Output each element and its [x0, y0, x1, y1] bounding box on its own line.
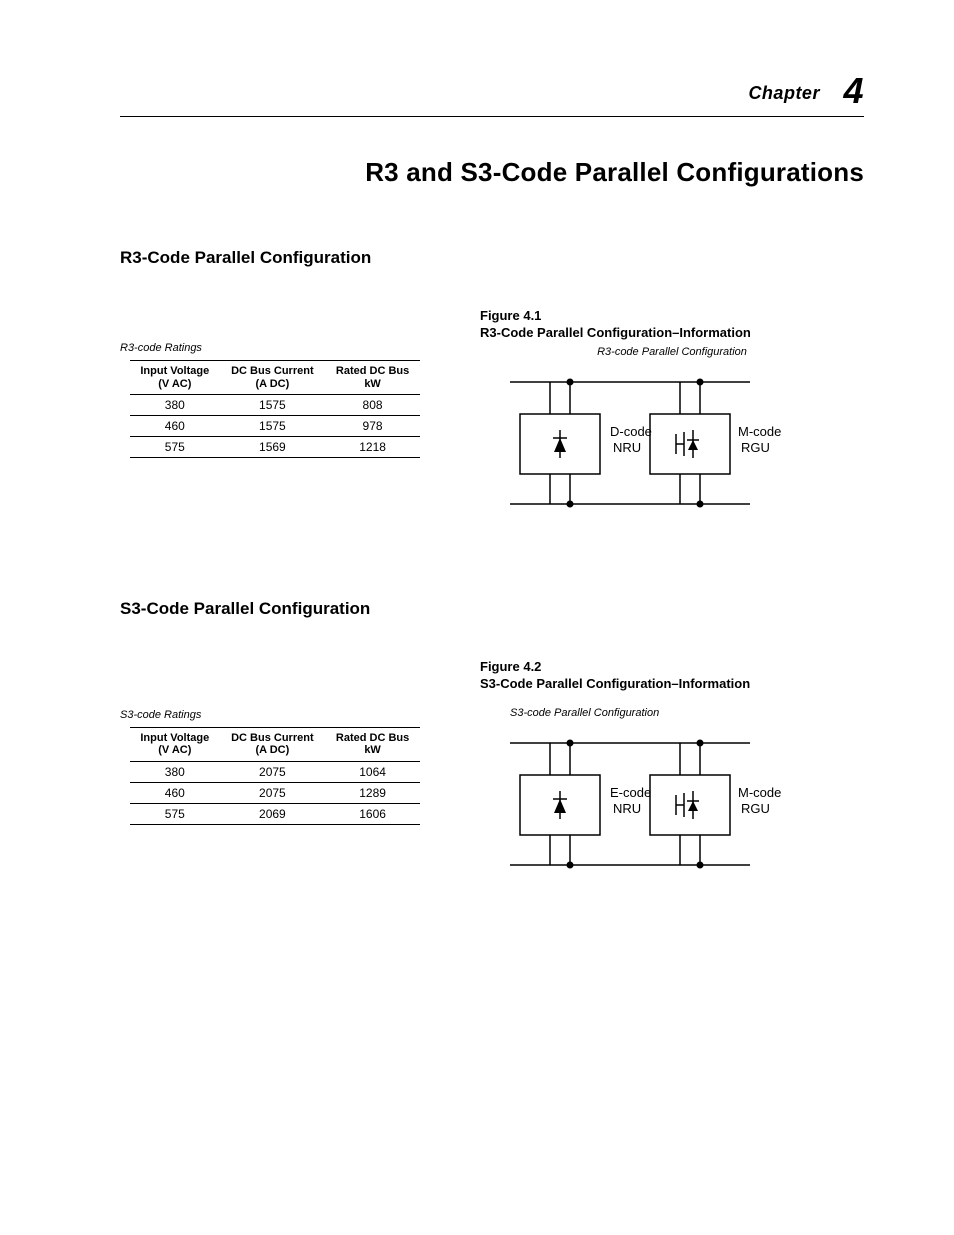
figure-number: Figure 4.1: [480, 308, 864, 325]
svg-text:D-code: D-code: [610, 424, 652, 439]
table-row: 57520691606: [130, 804, 420, 825]
chapter-header: Chapter 4: [120, 70, 864, 117]
col-header: Rated DC BuskW: [325, 727, 420, 761]
svg-text:E-code: E-code: [610, 785, 651, 800]
svg-text:M-code: M-code: [738, 424, 781, 439]
page-title: R3 and S3-Code Parallel Configurations: [120, 157, 864, 188]
figure-title: S3-Code Parallel Configuration–Informati…: [480, 676, 864, 693]
col-header: DC Bus Current(A DC): [220, 361, 326, 395]
figure-subtitle: S3-code Parallel Configuration: [510, 707, 864, 719]
svg-text:M-code: M-code: [738, 785, 781, 800]
table-row: 57515691218: [130, 437, 420, 458]
svg-text:NRU: NRU: [613, 801, 641, 816]
col-header: Rated DC BuskW: [325, 361, 420, 395]
figure-number: Figure 4.2: [480, 659, 864, 676]
chapter-number: 4: [825, 70, 864, 111]
svg-text:NRU: NRU: [613, 440, 641, 455]
section-heading: S3-Code Parallel Configuration: [120, 599, 864, 619]
figure-subtitle: R3-code Parallel Configuration: [480, 346, 864, 358]
chapter-label: Chapter: [748, 83, 820, 103]
table-row: 46020751289: [130, 783, 420, 804]
svg-text:RGU: RGU: [741, 440, 770, 455]
figure-title: R3-Code Parallel Configuration–Informati…: [480, 325, 864, 342]
table-row: 38020751064: [130, 762, 420, 783]
section-heading: R3-Code Parallel Configuration: [120, 248, 864, 268]
svg-text:RGU: RGU: [741, 801, 770, 816]
table-caption: S3-code Ratings: [120, 709, 420, 721]
configuration-diagram-icon: E-code NRU M-code RGU: [480, 725, 864, 890]
table-row: 3801575808: [130, 395, 420, 416]
col-header: Input Voltage(V AC): [130, 361, 220, 395]
col-header: Input Voltage(V AC): [130, 727, 220, 761]
table-caption: R3-code Ratings: [120, 342, 420, 354]
col-header: DC Bus Current(A DC): [220, 727, 326, 761]
configuration-diagram-icon: D-code NRU M-code RGU: [480, 364, 864, 529]
ratings-table: Input Voltage(V AC) DC Bus Current(A DC)…: [130, 727, 420, 825]
ratings-table: Input Voltage(V AC) DC Bus Current(A DC)…: [130, 360, 420, 458]
table-row: 4601575978: [130, 416, 420, 437]
